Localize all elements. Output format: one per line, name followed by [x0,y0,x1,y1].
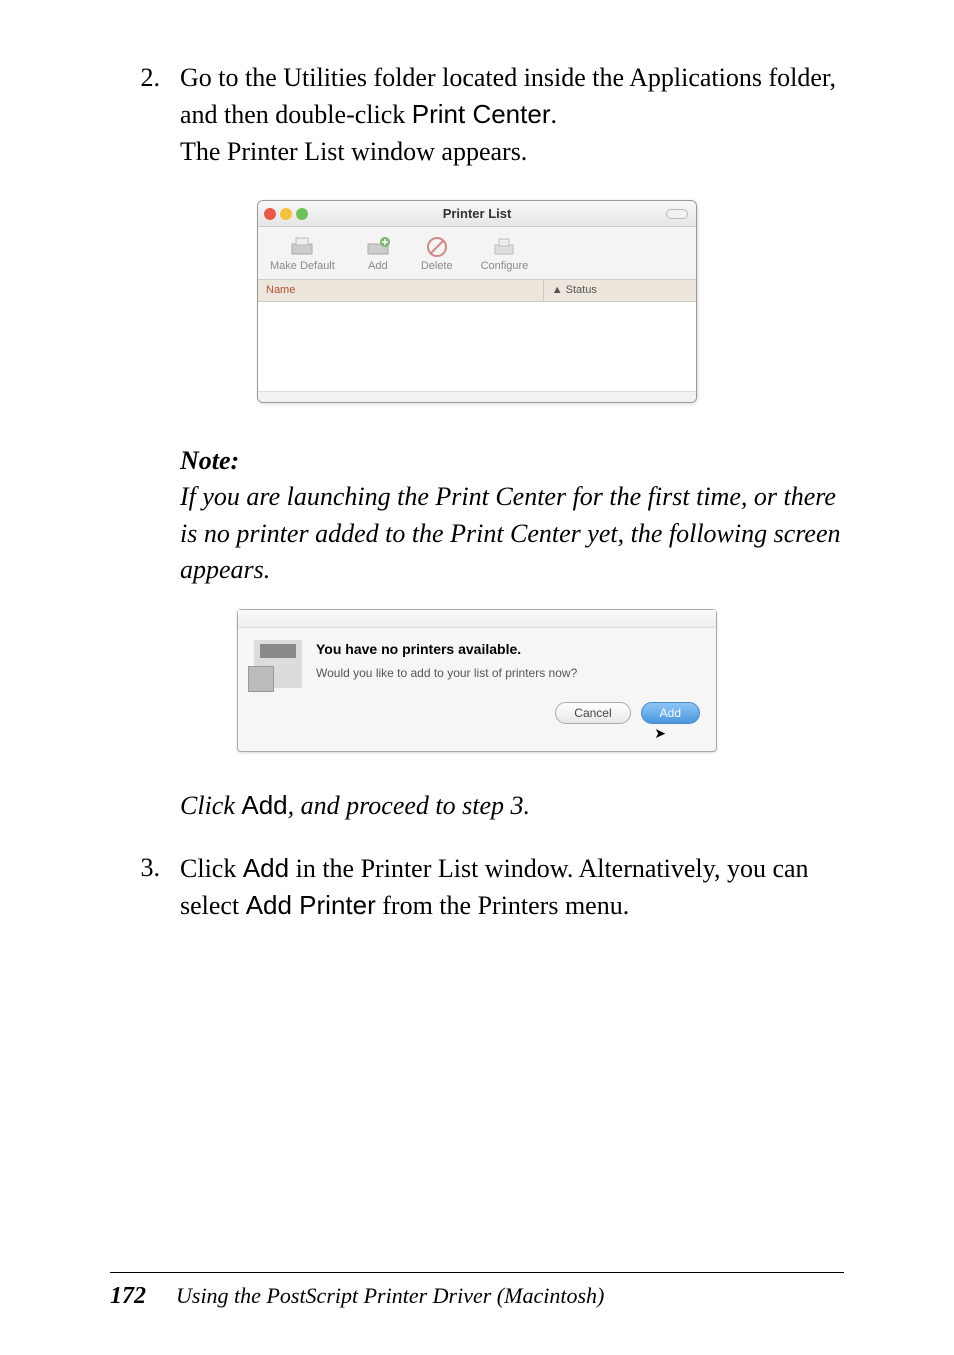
header-status[interactable]: ▲ Status [543,280,696,301]
step2-text-c: . [551,100,558,129]
add-label: Add [368,259,388,274]
window-statusbar [258,392,696,402]
add-printer-icon [363,235,393,259]
step3-d: Add Printer [246,890,376,920]
click-add-a: Click [180,791,241,820]
configure-label: Configure [481,259,529,274]
footer-chapter: Using the PostScript Printer Driver (Mac… [176,1283,604,1309]
make-default-button[interactable]: Make Default [270,235,335,274]
click-add-instruction: Click Add, and proceed to step 3. [180,787,844,824]
step2-line2: The Printer List window appears. [180,137,527,166]
configure-icon [489,235,519,259]
window-title: Printer List [258,205,696,223]
window-titlebar: Printer List [258,201,696,227]
cursor-icon: ➤ [238,724,716,744]
note-body: If you are launching the Print Center fo… [180,479,844,588]
window-toolbar: Make Default Add Delete Configure [258,227,696,279]
click-add-b: Add [241,790,287,820]
step2-body: Go to the Utilities folder located insid… [180,60,844,170]
step3-a: Click [180,854,243,883]
header-name[interactable]: Name [258,280,543,301]
column-headers: Name ▲ Status [258,280,696,302]
step3-e: from the Printers menu. [376,891,629,920]
dialog-heading: You have no printers available. [316,640,577,660]
delete-icon [422,235,452,259]
add-button[interactable]: Add [363,235,393,274]
configure-button[interactable]: Configure [481,235,529,274]
cancel-button[interactable]: Cancel [555,702,630,724]
click-add-c: , and proceed to step 3. [288,791,530,820]
step2-number: 2. [110,60,180,170]
toolbar-toggle-icon[interactable] [666,209,688,219]
step3-body: Click Add in the Printer List window. Al… [180,850,844,925]
page-footer: 172 Using the PostScript Printer Driver … [110,1272,844,1310]
delete-label: Delete [421,259,453,274]
dialog-body-text: Would you like to add to your list of pr… [316,665,577,682]
printer-list-body [258,302,696,392]
no-printers-dialog: You have no printers available. Would yo… [237,609,717,753]
printer-list-window: Printer List Make Default Add Delete [257,200,697,403]
note-block: Note: If you are launching the Print Cen… [180,443,844,589]
make-default-label: Make Default [270,259,335,274]
page-number: 172 [110,1283,146,1310]
printer-icon [287,235,317,259]
header-status-label: Status [566,284,597,296]
note-heading: Note: [180,443,844,479]
step3-number: 3. [110,850,180,925]
step3-b: Add [243,853,289,883]
delete-button[interactable]: Delete [421,235,453,274]
dialog-titlebar [238,610,716,628]
printer-dialog-icon [254,640,302,688]
add-dialog-button[interactable]: Add [641,702,700,724]
print-center-term: Print Center [412,99,551,129]
